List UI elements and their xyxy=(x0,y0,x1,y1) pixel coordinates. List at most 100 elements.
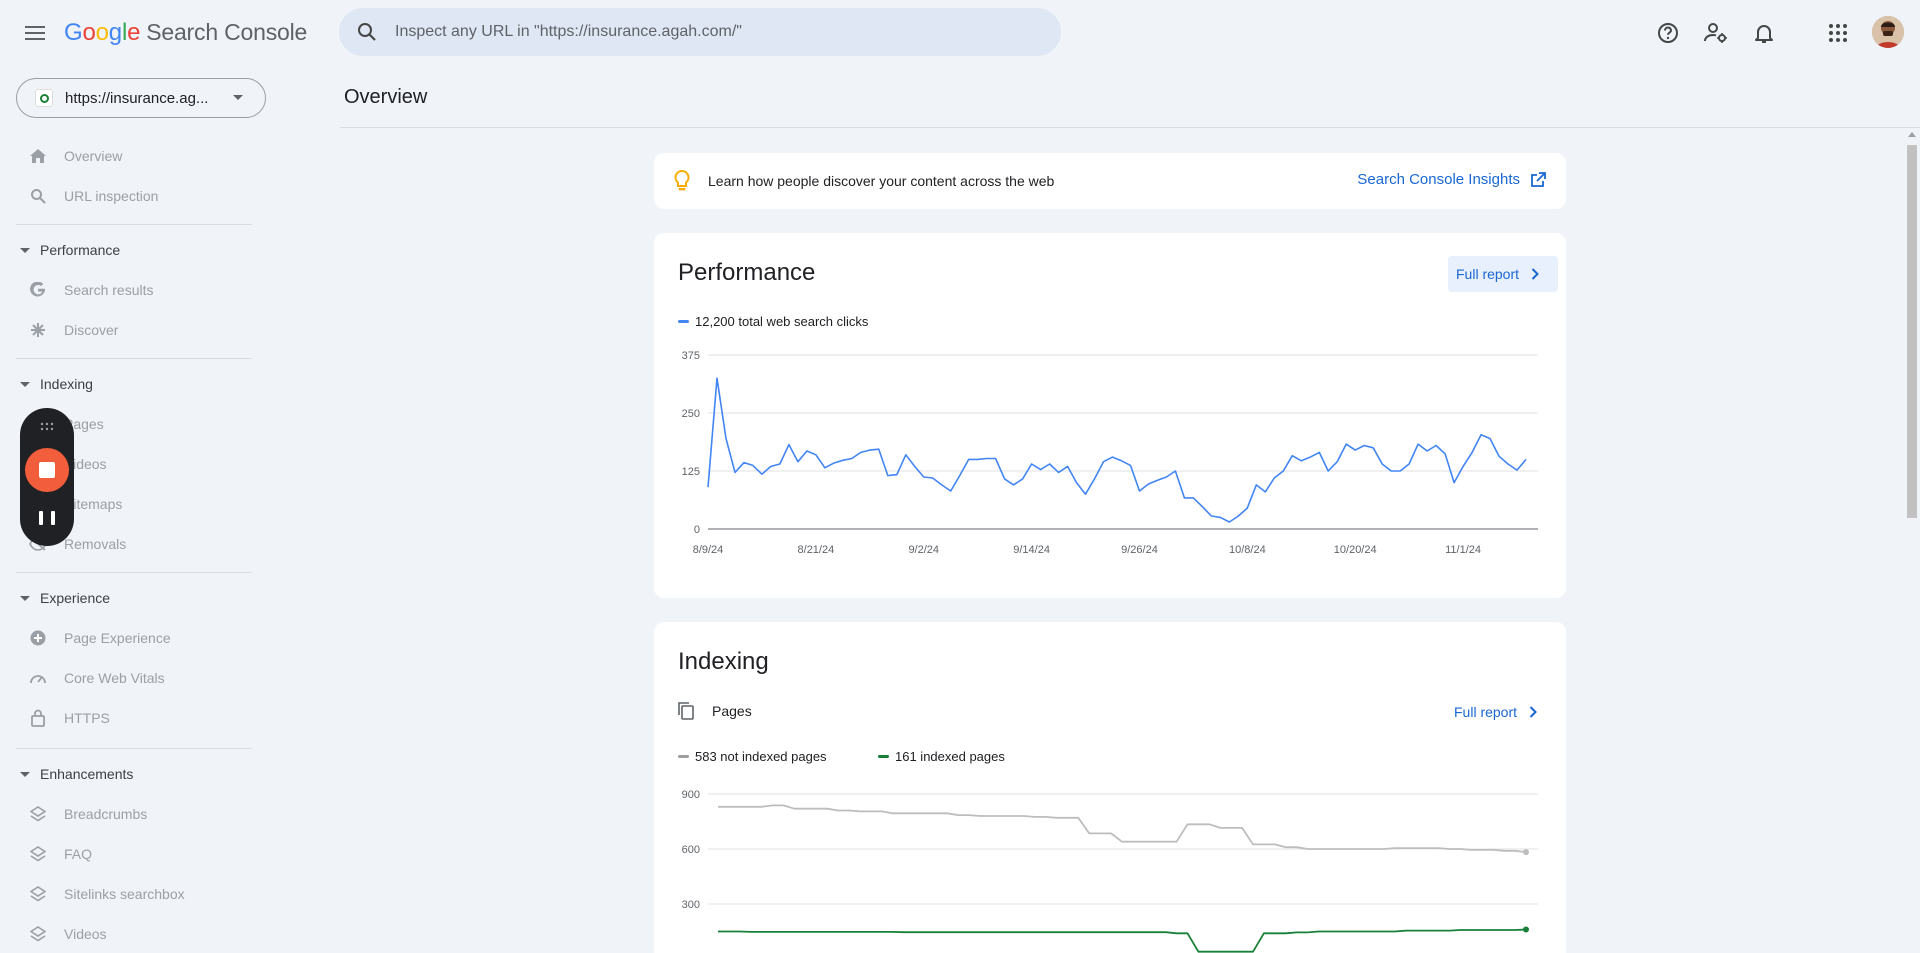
property-url: https://insurance.ag... xyxy=(65,89,209,107)
pause-recording-button[interactable] xyxy=(39,511,55,527)
sidebar-item-breadcrumbs[interactable]: Breadcrumbs xyxy=(28,802,147,826)
file-copy-icon xyxy=(678,702,694,720)
bell-icon xyxy=(1755,25,1773,43)
url-inspection-search[interactable] xyxy=(339,8,1061,56)
stop-recording-button[interactable] xyxy=(25,448,69,492)
sidebar-item-core-web-vitals[interactable]: Core Web Vitals xyxy=(28,666,165,690)
y-tick-label: 900 xyxy=(682,789,700,801)
scroll-up-arrow-icon[interactable] xyxy=(1908,132,1916,137)
clicks-legend[interactable]: 12,200 total web search clicks xyxy=(678,314,868,329)
y-tick-label: 600 xyxy=(682,844,700,856)
performance-full-report-button[interactable]: Full report xyxy=(1448,256,1558,292)
x-tick-label: 8/9/24 xyxy=(693,544,724,556)
not-indexed-series-line[interactable] xyxy=(718,804,1527,853)
property-selector[interactable]: https://insurance.ag... xyxy=(16,78,266,118)
add-circle-icon xyxy=(28,628,48,648)
home-icon xyxy=(28,146,48,166)
x-tick-label: 8/21/24 xyxy=(798,544,835,556)
drag-handle-icon[interactable] xyxy=(39,422,55,432)
x-tick-label: 11/1/24 xyxy=(1445,544,1481,556)
clicks-line-chart[interactable]: 0 125 250 375 8/9/24 8/21/24 9/2/24 9/14/24 9/26… xyxy=(654,343,1566,583)
sidebar-item-label: Discover xyxy=(64,322,119,338)
sidebar-item-label: Videos xyxy=(64,926,107,942)
indexed-series-line[interactable] xyxy=(718,928,1527,953)
insight-message: Learn how people discover your content a… xyxy=(708,173,1055,189)
product-name: Search Console xyxy=(146,19,308,45)
clicks-series-line[interactable] xyxy=(707,377,1527,523)
app-logo[interactable]: Google Search Console xyxy=(64,19,307,47)
notifications-button[interactable] xyxy=(1749,18,1779,48)
pages-subheader: Pages xyxy=(678,702,752,720)
series-end-point xyxy=(1523,849,1529,856)
sidebar-item-search-results[interactable]: Search results xyxy=(28,278,153,302)
screen-recorder-widget[interactable] xyxy=(20,408,74,546)
x-tick-label: 10/8/24 xyxy=(1229,544,1266,556)
section-enhancements[interactable]: Enhancements xyxy=(20,762,133,786)
indexing-line-chart[interactable]: 300 600 900 xyxy=(654,782,1566,953)
indexed-legend[interactable]: 161 indexed pages xyxy=(878,749,1005,764)
sidebar-item-videos-enhancement[interactable]: Videos xyxy=(28,922,107,946)
sidebar-item-faq[interactable]: FAQ xyxy=(28,842,92,866)
layers-icon xyxy=(28,844,48,864)
chevron-right-icon xyxy=(1529,706,1537,718)
sidebar-item-label: Overview xyxy=(64,148,123,164)
legend-swatch xyxy=(678,320,689,323)
y-tick-label: 300 xyxy=(682,899,700,911)
account-avatar[interactable] xyxy=(1872,16,1904,48)
x-tick-label: 9/14/24 xyxy=(1013,544,1050,556)
sidebar-item-discover[interactable]: Discover xyxy=(28,318,118,342)
property-favicon xyxy=(35,89,53,107)
user-settings-button[interactable] xyxy=(1701,18,1731,48)
logo-letter: e xyxy=(127,19,141,46)
section-label: Enhancements xyxy=(40,766,134,782)
apps-grid-icon xyxy=(1829,24,1847,42)
sidebar-item-label: Removals xyxy=(64,536,127,552)
sidebar-item-overview[interactable]: Overview xyxy=(28,144,122,168)
section-indexing[interactable]: Indexing xyxy=(20,372,93,396)
search-icon xyxy=(358,23,376,41)
logo-letter: G xyxy=(64,19,83,46)
lightbulb-icon xyxy=(674,170,690,191)
search-input[interactable] xyxy=(395,23,1015,41)
search-console-insights-link[interactable]: Search Console Insights xyxy=(1357,171,1546,188)
google-g-icon xyxy=(28,280,48,300)
series-end-point xyxy=(1523,926,1529,933)
section-label: Indexing xyxy=(40,376,93,392)
sidebar-item-label: Sitelinks searchbox xyxy=(64,886,185,902)
section-experience[interactable]: Experience xyxy=(20,586,110,610)
performance-title: Performance xyxy=(678,259,816,286)
sidebar-divider xyxy=(16,748,252,749)
sidebar-item-label: Page Experience xyxy=(64,630,171,646)
legend-label: 12,200 total web search clicks xyxy=(695,314,869,329)
x-tick-label: 9/26/24 xyxy=(1121,544,1158,556)
legend-label: 161 indexed pages xyxy=(895,749,1005,764)
layers-icon xyxy=(28,884,48,904)
legend-label: 583 not indexed pages xyxy=(695,749,827,764)
open-in-new-icon xyxy=(1531,171,1546,187)
pages-label: Pages xyxy=(712,703,752,719)
google-apps-button[interactable] xyxy=(1823,18,1853,48)
sidebar-item-sitelinks-searchbox[interactable]: Sitelinks searchbox xyxy=(28,882,185,906)
scrollbar-thumb[interactable] xyxy=(1907,145,1917,518)
sidebar-item-https[interactable]: HTTPS xyxy=(28,706,110,730)
main-scrollbar[interactable] xyxy=(1904,130,1920,953)
sidebar-item-url-inspection[interactable]: URL inspection xyxy=(28,184,158,208)
help-button[interactable] xyxy=(1653,18,1683,48)
collapse-arrow-icon xyxy=(20,247,30,253)
logo-letter: o xyxy=(82,19,96,46)
sidebar-item-page-experience[interactable]: Page Experience xyxy=(28,626,171,650)
indexing-full-report-button[interactable]: Full report xyxy=(1454,700,1537,724)
section-performance[interactable]: Performance xyxy=(20,238,120,262)
asterisk-icon xyxy=(28,320,48,340)
pause-icon xyxy=(39,511,43,525)
link-label: Search Console Insights xyxy=(1357,171,1520,188)
main-menu-button[interactable] xyxy=(20,18,50,48)
not-indexed-legend[interactable]: 583 not indexed pages xyxy=(678,749,827,764)
sidebar-item-label: FAQ xyxy=(64,846,93,862)
sidebar-divider xyxy=(16,572,252,573)
sidebar-divider xyxy=(16,358,252,359)
collapse-arrow-icon xyxy=(20,771,30,777)
speed-gauge-icon xyxy=(28,668,48,688)
sidebar-item-label: Search results xyxy=(64,282,154,298)
full-report-label: Full report xyxy=(1454,704,1518,720)
